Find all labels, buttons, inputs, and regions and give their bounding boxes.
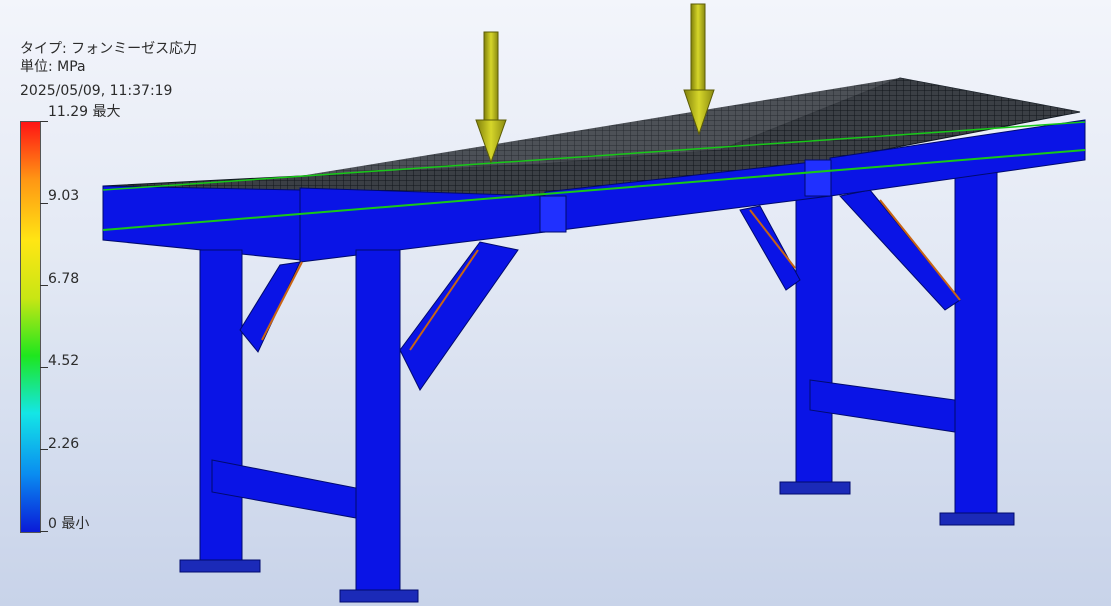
result-unit-label: 単位: MPa bbox=[20, 59, 86, 75]
legend-tick-label: 0 最小 bbox=[48, 516, 90, 532]
legend-tick bbox=[40, 121, 48, 122]
legend-tick-label: 6.78 bbox=[48, 271, 80, 287]
legend-tick bbox=[40, 367, 48, 368]
result-type-label: タイプ: フォンミーゼス応力 bbox=[20, 41, 198, 57]
load-arrow bbox=[475, 31, 507, 164]
legend-tick-label: 11.29 最大 bbox=[48, 104, 121, 120]
legend-tick bbox=[40, 449, 48, 450]
legend-tick-label: 9.03 bbox=[48, 188, 80, 204]
legend-tick bbox=[40, 285, 48, 286]
legend-tick bbox=[40, 203, 48, 204]
stress-color-legend bbox=[20, 121, 41, 533]
legend-tick-label: 4.52 bbox=[48, 353, 80, 369]
result-timestamp: 2025/05/09, 11:37:19 bbox=[20, 83, 173, 99]
stress-viewport[interactable]: タイプ: フォンミーゼス応力 単位: MPa 2025/05/09, 11:37… bbox=[0, 0, 1111, 606]
legend-tick-label: 2.26 bbox=[48, 436, 80, 452]
rear-legs bbox=[739, 171, 1015, 526]
legend-tick bbox=[40, 531, 48, 532]
